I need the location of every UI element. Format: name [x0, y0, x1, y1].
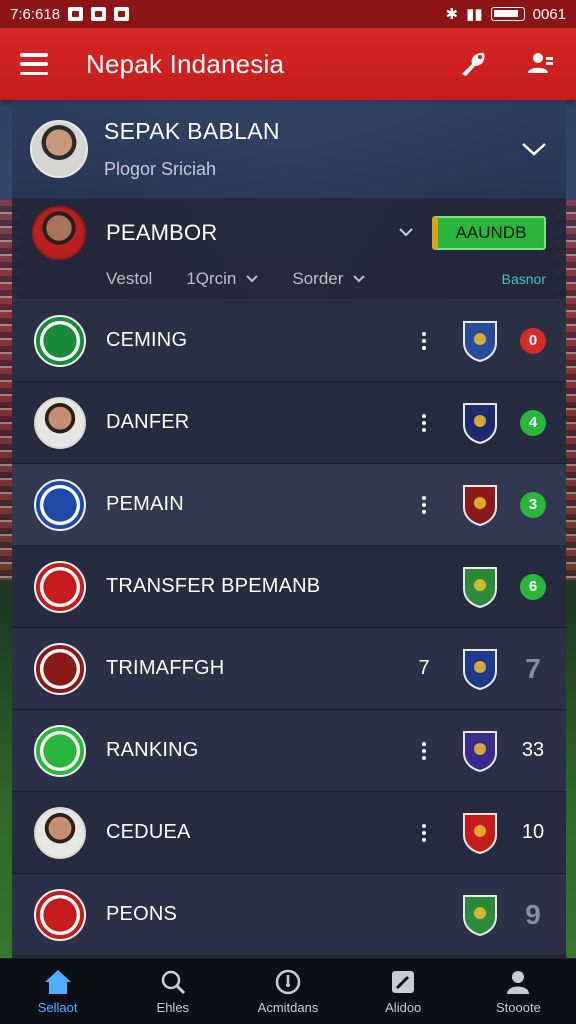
status-time: 7:6:618 — [10, 5, 61, 23]
team-crest-icon — [34, 478, 86, 531]
app-bar: Nepak Indanesia — [0, 28, 576, 100]
row-name: PEONS — [106, 903, 178, 925]
bluetooth-icon: ✱ — [445, 6, 459, 23]
nav-item-profile[interactable]: Stooote — [461, 959, 576, 1024]
score-badge: 0 — [520, 327, 546, 354]
chevron-down-icon[interactable] — [398, 224, 414, 242]
panel-header: PEAMBOR AAUNDB Vestol 1Qrcin Sorder Basn… — [12, 198, 566, 300]
avatar — [30, 120, 88, 178]
search-icon — [161, 970, 185, 995]
panel-link[interactable]: Basnor — [502, 271, 546, 287]
score-badge: 4 — [520, 409, 546, 436]
row-name: TRANSFER BPEMANB — [106, 575, 321, 597]
row-name: DANFER — [106, 411, 190, 433]
filter-qrcin[interactable]: 1Qrcin — [186, 269, 259, 289]
nav-label: Alidoo — [385, 1000, 422, 1015]
panel-avatar — [32, 206, 86, 260]
person-icon — [507, 971, 530, 994]
more-options-icon[interactable] — [416, 413, 432, 432]
list-item[interactable]: PEONS 9 — [12, 874, 566, 956]
nav-label: Sellaot — [37, 1000, 78, 1015]
row-name: TRIMAFFGH — [106, 657, 225, 679]
score-badge: 9 — [525, 898, 541, 930]
list-item[interactable]: TRANSFER BPEMANB 6 — [12, 546, 566, 628]
bottom-navigation: Sellaot Ehles Acmitdans Alidoo Stooote — [0, 958, 576, 1024]
clock-icon — [275, 969, 301, 995]
list-item[interactable]: CEDUEA 10 — [12, 792, 566, 874]
score-badge: 6 — [520, 573, 546, 600]
row-name: PEMAIN — [106, 493, 184, 515]
score-badge: 7 — [525, 652, 541, 684]
team-crest-icon — [34, 888, 86, 941]
nav-label: Ehles — [156, 1000, 190, 1015]
nav-item-search[interactable]: Ehles — [115, 959, 230, 1024]
notification-icon — [68, 7, 84, 21]
team-crest-icon — [34, 724, 86, 777]
status-bar: 7:6:618 ✱ ▮▮ 0061 — [0, 0, 576, 28]
player-avatar — [34, 806, 86, 859]
edit-icon — [392, 971, 415, 993]
header-title: SEPAK BABLAN — [104, 118, 280, 144]
opponent-crest-icon — [460, 811, 500, 855]
chevron-down-icon[interactable] — [520, 135, 548, 163]
player-avatar — [34, 396, 86, 449]
profile-header[interactable]: SEPAK BABLAN Plogor Sriciah — [12, 100, 566, 198]
panel-title: PEAMBOR — [106, 220, 218, 245]
filter-label: 1Qrcin — [186, 269, 237, 288]
opponent-crest-icon — [460, 565, 500, 609]
row-name: CEDUEA — [106, 821, 191, 843]
users-icon[interactable] — [524, 48, 556, 80]
nav-item-activities[interactable]: Acmitdans — [230, 959, 345, 1024]
filter-label: Vestol — [106, 269, 153, 288]
more-options-icon[interactable] — [416, 495, 432, 514]
more-options-icon[interactable] — [416, 741, 432, 760]
nav-label: Acmitdans — [257, 1000, 319, 1015]
more-options-icon[interactable] — [416, 823, 432, 842]
row-name: RANKING — [106, 739, 199, 761]
score-badge: 10 — [521, 821, 545, 843]
filter-sorder[interactable]: Sorder — [292, 269, 366, 289]
message-icon — [91, 7, 107, 21]
menu-icon[interactable] — [20, 53, 48, 75]
standings-panel: PEAMBOR AAUNDB Vestol 1Qrcin Sorder Basn… — [12, 198, 566, 958]
score-badge: 3 — [520, 491, 546, 518]
opponent-crest-icon — [460, 729, 500, 773]
opponent-crest-icon — [460, 401, 500, 445]
app-title: Nepak Indanesia — [86, 48, 285, 79]
signal-icon: ▮▮ — [466, 6, 483, 23]
team-crest-icon — [34, 314, 86, 367]
more-options-icon[interactable] — [416, 331, 432, 350]
chevron-down-icon — [353, 275, 366, 283]
opponent-crest-icon — [460, 893, 500, 937]
list-item[interactable]: PEMAIN 3 — [12, 464, 566, 546]
primary-action-button[interactable]: AAUNDB — [432, 216, 546, 250]
list-item[interactable]: RANKING 33 — [12, 710, 566, 792]
opponent-crest-icon — [460, 319, 500, 363]
nav-label: Stooote — [496, 1000, 541, 1015]
score-badge: 33 — [521, 739, 545, 761]
status-right-text: 0061 — [532, 5, 566, 23]
chevron-down-icon — [246, 275, 259, 283]
header-subtitle: Plogor Sriciah — [104, 159, 217, 179]
row-name: CEMING — [106, 329, 188, 351]
list-item[interactable]: CEMING 0 — [12, 300, 566, 382]
team-crest-icon — [34, 642, 86, 695]
team-crest-icon — [34, 560, 86, 613]
list-item[interactable]: DANFER 4 — [12, 382, 566, 464]
home-icon — [44, 970, 71, 994]
shuttlecock-icon[interactable] — [458, 48, 490, 80]
nav-item-home[interactable]: Sellaot — [0, 959, 115, 1024]
camera-icon — [114, 7, 130, 21]
opponent-crest-icon — [460, 483, 500, 527]
nav-item-edit[interactable]: Alidoo — [346, 959, 461, 1024]
filter-vestol[interactable]: Vestol — [106, 269, 152, 289]
filter-label: Sorder — [292, 269, 344, 288]
row-left-value: 7 — [418, 657, 430, 679]
opponent-crest-icon — [460, 647, 500, 691]
battery-icon — [490, 7, 525, 21]
list-item[interactable]: TRIMAFFGH 7 7 — [12, 628, 566, 710]
